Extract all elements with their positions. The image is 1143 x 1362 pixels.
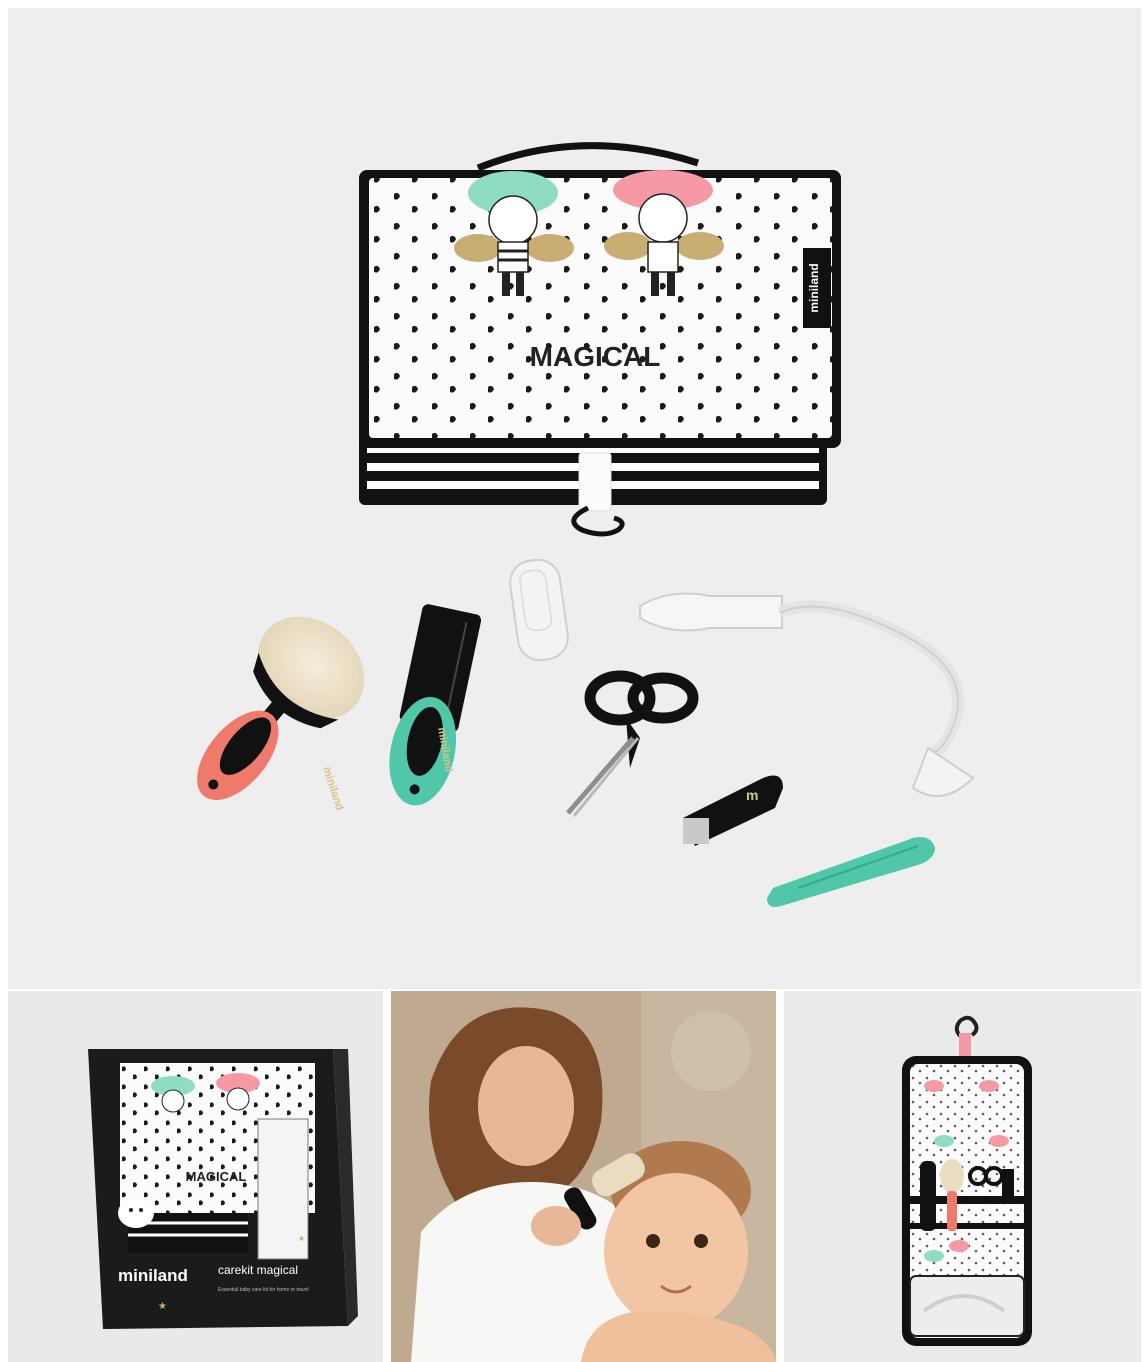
organizer-clear-pocket	[909, 1275, 1025, 1337]
brush-handle-brand: miniland	[320, 765, 345, 812]
hero-product-image: MAGICAL miniland miniland miniland m	[8, 8, 1141, 989]
mother-brushing-baby-hair-photo	[391, 991, 776, 1362]
baby-scissors	[566, 670, 699, 817]
box-product-name: carekit magical	[218, 1263, 298, 1277]
toiletry-bag: MAGICAL miniland	[359, 142, 841, 537]
bag-strap	[578, 452, 612, 512]
bag-print-title: MAGICAL	[530, 341, 661, 372]
bag-side-label-text: miniland	[807, 263, 821, 312]
deer-mascot-icon	[118, 1198, 154, 1228]
hair-brush: miniland	[197, 616, 365, 812]
thumbnail-lifestyle-photo[interactable]	[391, 991, 776, 1362]
packaging-box-image: MAGICAL miniland carekit magical Essenti…	[88, 1049, 358, 1329]
mother-hand	[531, 1206, 581, 1246]
finger-toothbrush	[509, 558, 569, 662]
svg-text:★: ★	[298, 1234, 305, 1243]
box-brand-logo: miniland	[118, 1266, 188, 1285]
comb: miniland	[389, 604, 482, 806]
box-print-title: MAGICAL	[186, 1169, 247, 1184]
open-hanging-organizer-image	[902, 1015, 1032, 1346]
nail-clipper: m	[683, 775, 783, 846]
thumbnail-boxed-product[interactable]: MAGICAL miniland carekit magical Essenti…	[8, 991, 383, 1362]
svg-text:m: m	[746, 787, 758, 803]
bag-handle	[476, 142, 700, 172]
svg-text:★: ★	[158, 1301, 167, 1312]
box-tagline: Essential baby care kit for home or trav…	[218, 1287, 309, 1293]
carekit-product-scene: MAGICAL miniland miniland miniland m	[197, 142, 975, 907]
baby-face	[604, 1173, 748, 1329]
mother-face	[478, 1046, 574, 1166]
thumbnail-hanging-open-kit[interactable]	[784, 991, 1141, 1362]
nail-file	[767, 837, 935, 907]
s-hook	[571, 505, 625, 537]
